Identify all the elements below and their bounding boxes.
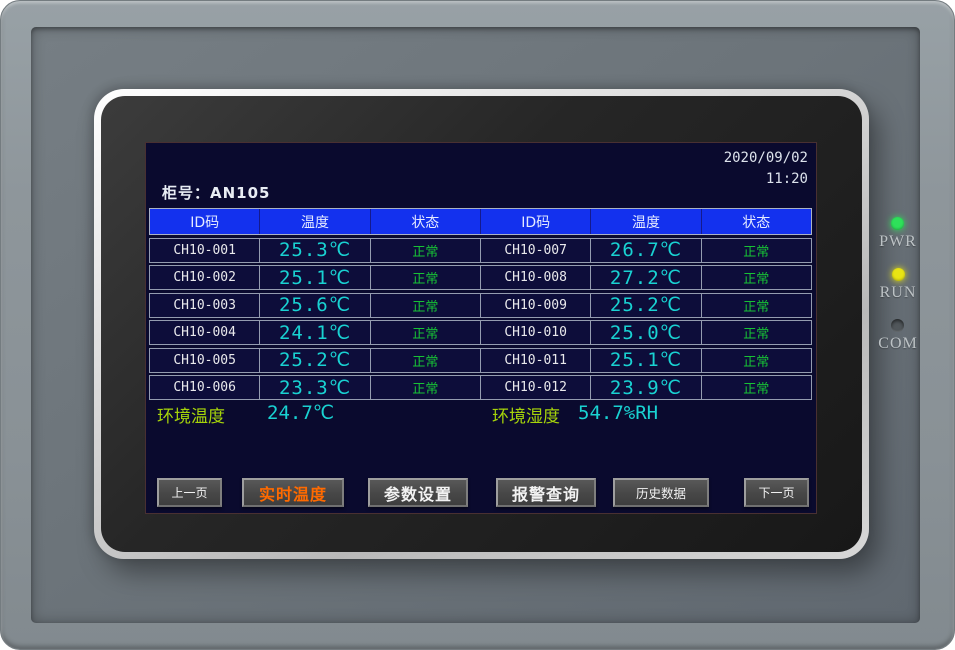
- table-row: CH10-00623.3℃正常CH10-01223.9℃正常: [149, 375, 812, 400]
- status-cell: 正常: [371, 238, 481, 263]
- screen-bezel: 2020/09/02 11:20 柜号：AN105 ID码 温度 状态 ID码 …: [101, 96, 862, 552]
- parameter-settings-button[interactable]: 参数设置: [368, 478, 468, 507]
- realtime-temp-button[interactable]: 实时温度: [242, 478, 344, 507]
- time-text: 11:20: [724, 169, 808, 190]
- id-cell: CH10-003: [149, 293, 260, 318]
- lcd-display: 2020/09/02 11:20 柜号：AN105 ID码 温度 状态 ID码 …: [145, 142, 817, 514]
- id-cell: CH10-006: [149, 375, 260, 400]
- led-panel: PWR RUN COM: [869, 217, 927, 357]
- id-cell: CH10-011: [481, 348, 591, 373]
- id-cell: CH10-002: [149, 265, 260, 290]
- led-pwr: PWR: [879, 217, 917, 255]
- device-outer-frame: 2020/09/02 11:20 柜号：AN105 ID码 温度 状态 ID码 …: [0, 0, 955, 650]
- status-cell: 正常: [702, 293, 812, 318]
- history-data-button[interactable]: 历史数据: [613, 478, 709, 507]
- env-temp-value: 24.7℃: [267, 402, 334, 424]
- run-led-label: RUN: [880, 284, 917, 302]
- pwr-led-icon: [891, 217, 904, 230]
- date-text: 2020/09/02: [724, 148, 808, 169]
- status-cell: 正常: [702, 375, 812, 400]
- env-humidity-label: 环境湿度: [492, 402, 560, 427]
- header-id-2: ID码: [480, 209, 590, 234]
- status-cell: 正常: [702, 238, 812, 263]
- temp-cell: 25.2℃: [591, 293, 701, 318]
- id-cell: CH10-007: [481, 238, 591, 263]
- env-humidity-value: 54.7%RH: [578, 402, 658, 424]
- channel-table: ID码 温度 状态 ID码 温度 状态 CH10-00125.3℃正常CH10-…: [149, 208, 812, 400]
- led-com: COM: [878, 319, 917, 357]
- env-temp-label: 环境温度: [157, 402, 225, 427]
- header-temp-2: 温度: [590, 209, 700, 234]
- table-row: CH10-00325.6℃正常CH10-00925.2℃正常: [149, 293, 812, 318]
- id-cell: CH10-012: [481, 375, 591, 400]
- temp-cell: 25.2℃: [260, 348, 370, 373]
- temp-cell: 25.0℃: [591, 320, 701, 345]
- device-inner-panel: 2020/09/02 11:20 柜号：AN105 ID码 温度 状态 ID码 …: [31, 27, 920, 623]
- com-led-label: COM: [878, 335, 917, 353]
- temp-cell: 23.9℃: [591, 375, 701, 400]
- com-led-icon: [891, 319, 904, 332]
- table-body: CH10-00125.3℃正常CH10-00726.7℃正常CH10-00225…: [149, 238, 812, 401]
- id-cell: CH10-005: [149, 348, 260, 373]
- header-id-1: ID码: [150, 209, 259, 234]
- header-temp-1: 温度: [259, 209, 369, 234]
- status-cell: 正常: [371, 293, 481, 318]
- temp-cell: 25.1℃: [591, 348, 701, 373]
- id-cell: CH10-010: [481, 320, 591, 345]
- id-cell: CH10-009: [481, 293, 591, 318]
- screen-module: 2020/09/02 11:20 柜号：AN105 ID码 温度 状态 ID码 …: [94, 89, 869, 559]
- temp-cell: 27.2℃: [591, 265, 701, 290]
- header-status-1: 状态: [370, 209, 480, 234]
- table-row: CH10-00424.1℃正常CH10-01025.0℃正常: [149, 320, 812, 345]
- status-cell: 正常: [702, 265, 812, 290]
- temp-cell: 25.6℃: [260, 293, 370, 318]
- id-cell: CH10-001: [149, 238, 260, 263]
- status-cell: 正常: [371, 320, 481, 345]
- pwr-led-label: PWR: [879, 233, 917, 251]
- next-page-button[interactable]: 下一页: [744, 478, 809, 507]
- datetime-block: 2020/09/02 11:20: [724, 148, 808, 190]
- environment-row: 环境温度 24.7℃ 环境湿度 54.7%RH: [146, 402, 816, 426]
- table-row: CH10-00125.3℃正常CH10-00726.7℃正常: [149, 238, 812, 263]
- run-led-icon: [892, 268, 905, 281]
- cabinet-label: 柜号：AN105: [162, 182, 270, 203]
- id-cell: CH10-008: [481, 265, 591, 290]
- id-cell: CH10-004: [149, 320, 260, 345]
- temp-cell: 25.1℃: [260, 265, 370, 290]
- temp-cell: 23.3℃: [260, 375, 370, 400]
- table-header-row: ID码 温度 状态 ID码 温度 状态: [149, 208, 812, 235]
- header-status-2: 状态: [701, 209, 811, 234]
- led-run: RUN: [880, 268, 917, 306]
- table-row: CH10-00225.1℃正常CH10-00827.2℃正常: [149, 265, 812, 290]
- temp-cell: 24.1℃: [260, 320, 370, 345]
- temp-cell: 26.7℃: [591, 238, 701, 263]
- hmi-device: 2020/09/02 11:20 柜号：AN105 ID码 温度 状态 ID码 …: [0, 0, 955, 650]
- status-cell: 正常: [702, 320, 812, 345]
- prev-page-button[interactable]: 上一页: [157, 478, 222, 507]
- temp-cell: 25.3℃: [260, 238, 370, 263]
- status-cell: 正常: [702, 348, 812, 373]
- status-cell: 正常: [371, 348, 481, 373]
- status-cell: 正常: [371, 375, 481, 400]
- table-row: CH10-00525.2℃正常CH10-01125.1℃正常: [149, 348, 812, 373]
- status-cell: 正常: [371, 265, 481, 290]
- alarm-query-button[interactable]: 报警查询: [496, 478, 596, 507]
